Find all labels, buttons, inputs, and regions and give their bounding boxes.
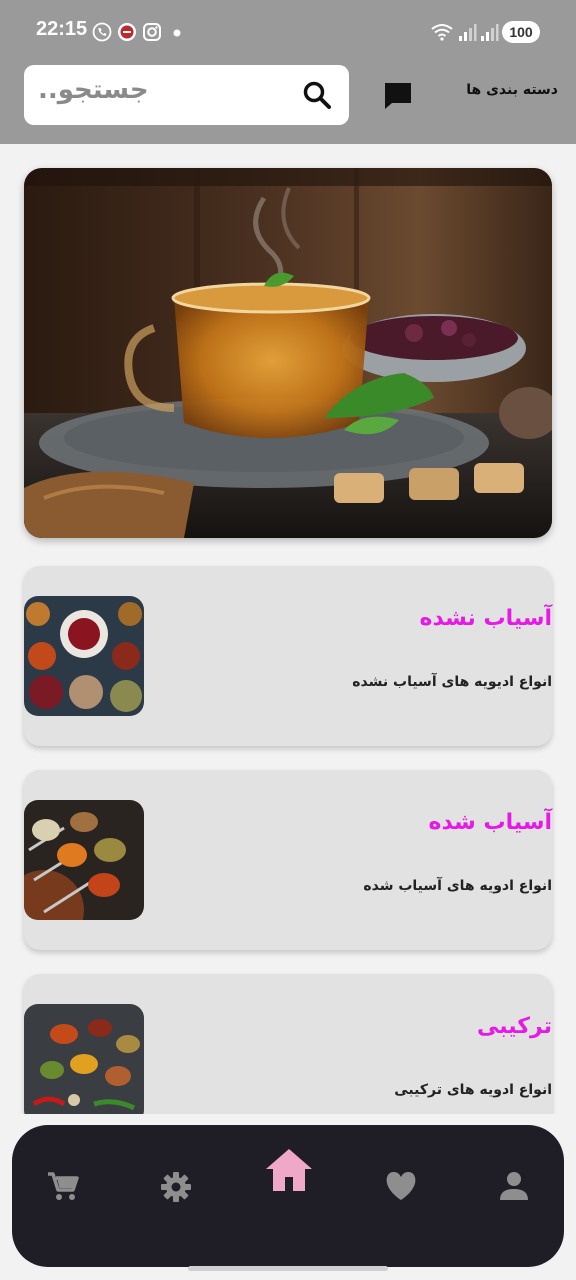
category-subtitle: انواع ادیویه های آسیاب نشده (352, 674, 552, 690)
mixed-spices-photo (24, 1004, 144, 1114)
battery-indicator: 100 (502, 21, 540, 43)
category-card-mixed[interactable]: ترکیبی انواع ادویه های ترکیبی (24, 974, 552, 1114)
category-thumbnail (24, 596, 144, 716)
category-title: آسیاب نشده (419, 606, 552, 631)
app-header: جستجو.. دسته بندی ها (0, 62, 576, 144)
signal-icon-2 (481, 24, 499, 41)
categories-link[interactable]: دسته بندی ها (466, 82, 558, 98)
main-content: آسیاب نشده انواع ادیویه های آسیاب نشده آ… (0, 144, 576, 1114)
hero-banner-image[interactable] (24, 168, 552, 538)
phone-call-icon (92, 22, 112, 42)
category-card-unground[interactable]: آسیاب نشده انواع ادیویه های آسیاب نشده (24, 566, 552, 746)
app-notification-icon (118, 23, 136, 41)
settings-icon[interactable] (159, 1170, 193, 1204)
category-card-ground[interactable]: آسیاب شده انواع ادویه های آسیاب شده (24, 770, 552, 950)
search-input[interactable]: جستجو.. (24, 65, 349, 125)
category-thumbnail (24, 1004, 144, 1114)
cart-icon[interactable] (46, 1170, 80, 1204)
category-subtitle: انواع ادویه های ترکیبی (394, 1082, 552, 1098)
person-icon[interactable] (498, 1170, 530, 1202)
spice-spoons-photo (24, 800, 144, 920)
search-placeholder: جستجو.. (38, 75, 149, 105)
search-icon[interactable] (301, 79, 333, 111)
category-title: آسیاب شده (428, 810, 552, 835)
signal-icon-1 (459, 24, 477, 41)
category-thumbnail (24, 800, 144, 920)
spice-bowls-photo (24, 596, 144, 716)
dot-icon (173, 29, 181, 37)
home-icon[interactable] (264, 1147, 314, 1193)
category-title: ترکیبی (477, 1014, 552, 1039)
gesture-bar (188, 1266, 388, 1271)
status-bar: 22:15 100 (0, 0, 576, 62)
tea-cup-photo (24, 168, 552, 538)
heart-icon[interactable] (384, 1170, 418, 1202)
bottom-navigation (12, 1125, 564, 1267)
category-subtitle: انواع ادویه های آسیاب شده (363, 878, 552, 894)
instagram-icon (143, 23, 161, 41)
chat-icon[interactable] (382, 80, 414, 112)
status-time: 22:15 (36, 18, 88, 40)
wifi-icon (431, 24, 453, 41)
